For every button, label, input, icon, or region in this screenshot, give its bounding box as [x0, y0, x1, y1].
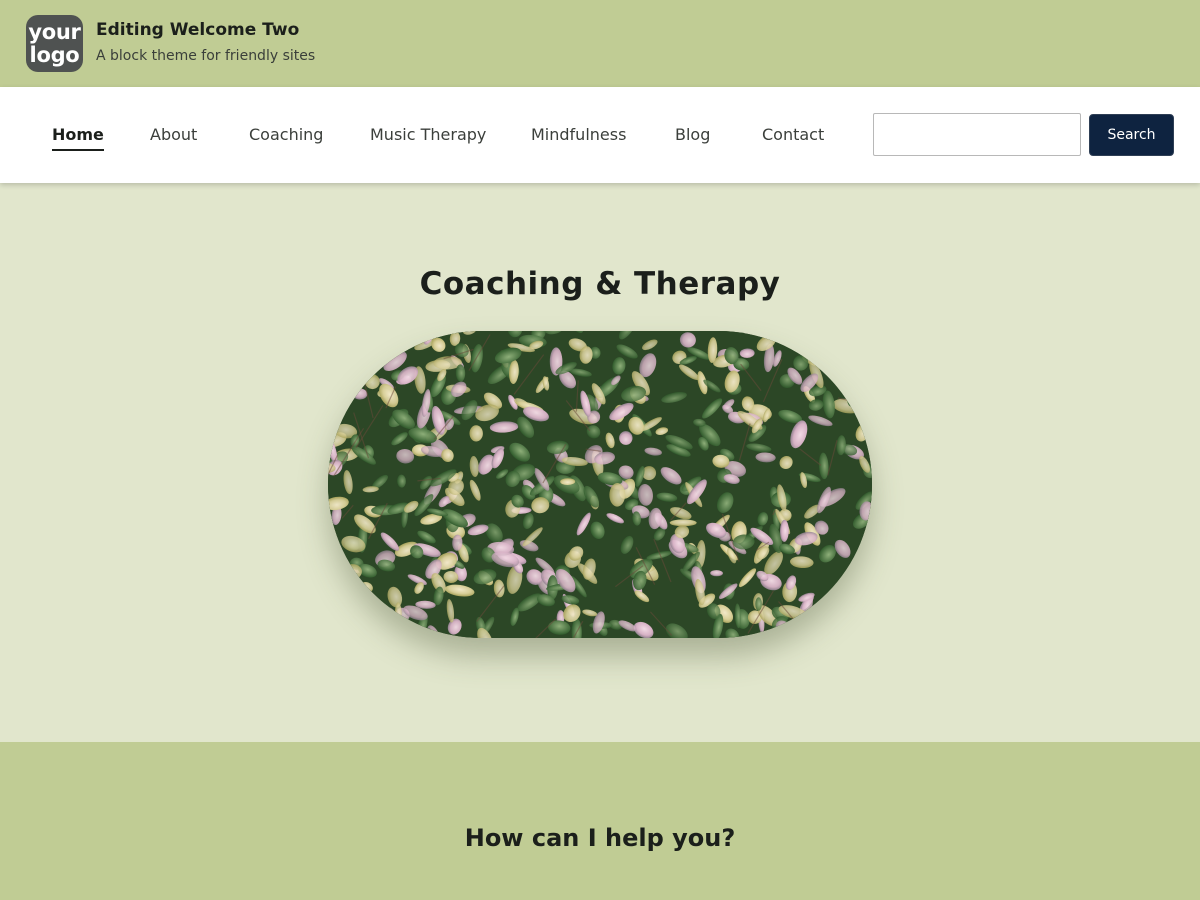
leaf: [867, 609, 872, 638]
leaf: [851, 566, 870, 591]
leaf: [344, 585, 367, 609]
leaf: [826, 331, 835, 335]
nav-item-coaching[interactable]: Coaching: [249, 125, 323, 144]
branch: [353, 350, 363, 392]
logo-line-1: your: [28, 19, 81, 44]
site-header: your logo Editing Welcome Two A block th…: [0, 0, 1200, 87]
site-title[interactable]: Editing Welcome Two: [96, 20, 299, 40]
leaf: [341, 331, 355, 337]
leaf: [328, 567, 337, 583]
leaf: [374, 620, 386, 633]
leaf: [861, 609, 872, 623]
leaf: [372, 621, 393, 638]
hero-title: Coaching & Therapy: [419, 266, 781, 302]
leaf: [851, 380, 867, 409]
leaf: [411, 331, 418, 342]
leaf: [860, 591, 872, 606]
leaf: [367, 616, 390, 635]
leaf: [854, 371, 870, 389]
leaf: [807, 618, 826, 635]
leaf: [808, 332, 829, 347]
leaf: [838, 628, 859, 638]
leaf: [328, 416, 333, 431]
leaf: [838, 367, 856, 376]
leaf: [669, 519, 697, 527]
help-title: How can I help you?: [464, 824, 736, 852]
leaf: [328, 373, 339, 390]
leaf: [842, 331, 862, 332]
branch: [795, 421, 798, 424]
leaf: [755, 597, 762, 611]
leaf: [330, 331, 357, 347]
leaf: [328, 612, 332, 627]
leaf: [778, 631, 795, 638]
leaf: [328, 576, 338, 592]
leaf: [855, 605, 872, 622]
help-section: How can I help you?: [0, 742, 1200, 900]
leaf: [864, 331, 872, 338]
leaf: [333, 334, 358, 354]
leaf: [860, 367, 872, 392]
leaf: [850, 398, 872, 407]
leaf: [349, 595, 366, 620]
leaf: [328, 378, 329, 399]
leaf: [328, 600, 339, 613]
leaf: [400, 331, 427, 334]
leaf: [845, 596, 867, 612]
site-tagline: A block theme for friendly sites: [96, 48, 316, 64]
hero-section: Coaching & Therapy: [0, 183, 1200, 742]
leaf: [828, 622, 842, 637]
nav-item-home[interactable]: Home: [52, 125, 104, 151]
leaf: [328, 331, 338, 333]
leaf: [865, 616, 872, 631]
leaf: [355, 353, 370, 363]
leaf: [357, 611, 373, 628]
leaf: [349, 343, 373, 363]
leaf: [328, 579, 339, 602]
nav-item-blog[interactable]: Blog: [675, 125, 710, 144]
leaf: [328, 341, 342, 367]
branch: [328, 600, 331, 617]
search-button[interactable]: Search: [1089, 114, 1174, 156]
leaf: [852, 331, 869, 334]
branch: [362, 635, 370, 638]
foliage-photo: [328, 331, 872, 638]
leaf: [822, 331, 841, 336]
leaf: [351, 610, 363, 637]
leaf: [864, 567, 872, 583]
leaf: [387, 630, 400, 638]
main-navigation: Home About Coaching Music Therapy Mindfu…: [0, 87, 1200, 183]
leaf: [328, 549, 329, 568]
leaf: [328, 619, 337, 638]
leaf: [356, 331, 375, 344]
leaf: [805, 626, 820, 638]
nav-item-mindfulness[interactable]: Mindfulness: [531, 125, 626, 144]
leaf: [345, 331, 361, 348]
nav-item-about[interactable]: About: [150, 125, 197, 144]
nav-item-music-therapy[interactable]: Music Therapy: [370, 125, 486, 144]
hero-image: [328, 331, 872, 638]
nav-item-contact[interactable]: Contact: [762, 125, 824, 144]
leaf: [369, 604, 386, 632]
leaf: [328, 345, 335, 362]
leaf: [830, 331, 849, 348]
leaf: [380, 331, 393, 342]
leaf: [403, 629, 417, 638]
leaf: [328, 374, 333, 389]
leaf: [842, 357, 854, 382]
logo-line-2: logo: [29, 42, 80, 67]
leaf: [328, 570, 334, 580]
search-input[interactable]: [873, 113, 1081, 156]
leaf: [328, 580, 340, 598]
leaf: [328, 331, 337, 349]
leaf: [343, 609, 353, 638]
leaf: [817, 611, 829, 624]
site-logo[interactable]: your logo: [26, 15, 83, 72]
leaf: [369, 343, 383, 360]
leaf: [860, 621, 872, 634]
